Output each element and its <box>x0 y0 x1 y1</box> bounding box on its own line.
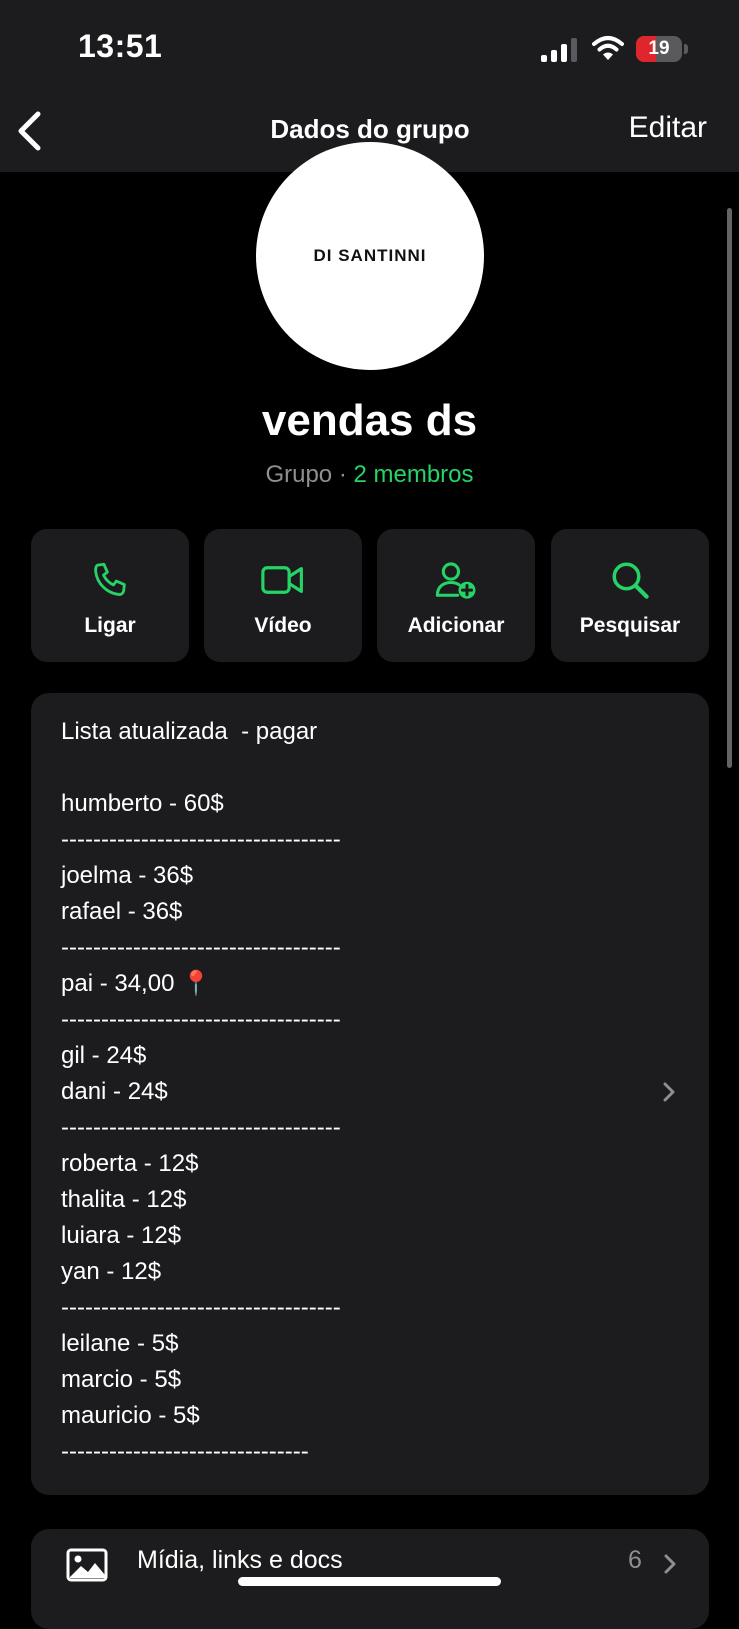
group-avatar[interactable]: DI SANTINNI <box>256 142 484 370</box>
edit-button[interactable]: Editar <box>629 111 707 145</box>
description-line: humberto - 60$ <box>61 790 224 817</box>
description-line: gil - 24$ <box>61 1042 147 1069</box>
home-indicator[interactable] <box>238 1577 501 1586</box>
wifi-icon <box>592 36 624 60</box>
video-camera-icon <box>261 566 303 594</box>
description-line: ----------------------------------- <box>61 1006 341 1033</box>
status-time: 13:51 <box>78 28 163 64</box>
description-line: rafael - 36$ <box>61 898 183 925</box>
video-label: Vídeo <box>254 614 312 637</box>
description-line: Lista atualizada - pagar <box>61 718 318 745</box>
phone-icon <box>94 562 126 596</box>
description-line: ----------------------------------- <box>61 934 341 961</box>
call-label: Ligar <box>84 614 136 637</box>
chevron-left-icon[interactable] <box>14 110 46 152</box>
call-button[interactable]: Ligar <box>31 529 189 662</box>
image-icon <box>66 1548 108 1582</box>
chevron-right-icon <box>663 1082 675 1102</box>
description-line: ----------------------------------- <box>61 1294 341 1321</box>
description-line: leilane - 5$ <box>61 1330 179 1357</box>
description-line: ----------------------------------- <box>61 826 341 853</box>
group-type: Grupo <box>265 461 333 488</box>
description-line: thalita - 12$ <box>61 1186 187 1213</box>
chevron-right-icon <box>664 1554 676 1574</box>
media-row-label: Mídia, links e docs <box>137 1546 343 1574</box>
separator: · <box>332 461 354 488</box>
scrollbar[interactable] <box>727 208 732 768</box>
description-line: marcio - 5$ <box>61 1366 182 1393</box>
media-count: 6 <box>628 1546 642 1574</box>
members-link[interactable]: 2 membros <box>353 461 473 488</box>
description-line: roberta - 12$ <box>61 1150 199 1177</box>
search-icon <box>612 562 649 599</box>
description-line: joelma - 36$ <box>61 862 194 889</box>
description-line: mauricio - 5$ <box>61 1402 200 1429</box>
add-person-icon <box>435 562 476 599</box>
battery-nub <box>684 44 688 54</box>
search-button[interactable]: Pesquisar <box>551 529 709 662</box>
group-name: vendas ds <box>261 396 478 445</box>
search-label: Pesquisar <box>579 614 681 637</box>
description-line: luiara - 12$ <box>61 1222 182 1249</box>
group-description[interactable]: Lista atualizada - pagar humberto - 60$ … <box>31 693 709 1495</box>
description-line: ------------------------------- <box>61 1438 309 1465</box>
description-line: yan - 12$ <box>61 1258 162 1285</box>
battery-icon: 19 <box>636 36 682 62</box>
add-participant-button[interactable]: Adicionar <box>377 529 535 662</box>
video-button[interactable]: Vídeo <box>204 529 362 662</box>
battery-level: 19 <box>648 38 670 59</box>
description-line: ----------------------------------- <box>61 1114 341 1141</box>
page-title: Dados do grupo <box>270 114 470 144</box>
cellular-signal-icon <box>541 38 579 62</box>
group-subtitle: Grupo · 2 membros <box>0 461 739 489</box>
description-line: dani - 24$ <box>61 1078 168 1105</box>
avatar-logo: DI SANTINNI <box>313 246 427 265</box>
add-label: Adicionar <box>407 614 505 637</box>
description-line: pai - 34,00 📍 <box>61 970 211 997</box>
